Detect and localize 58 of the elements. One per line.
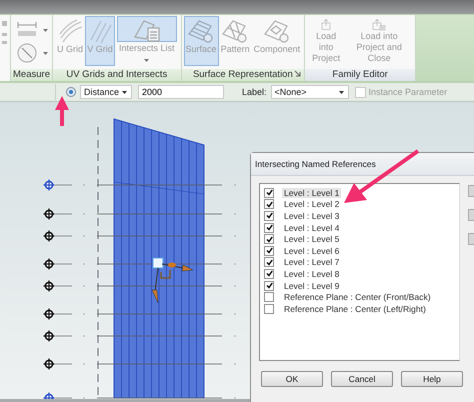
caret-icon[interactable]	[121, 90, 128, 94]
caret-icon[interactable]	[338, 90, 345, 94]
label-dropdown[interactable]: <None>	[270, 85, 349, 99]
level-line[interactable]	[42, 330, 236, 342]
dialog-button[interactable]: OK	[261, 371, 323, 387]
list-item[interactable]: Level : Level 3	[282, 210, 342, 221]
list-item[interactable]: Level : Level 5	[282, 234, 342, 244]
label-caption: Label:	[242, 87, 267, 97]
checkbox[interactable]	[264, 234, 274, 244]
dialog-launcher-icon[interactable]	[294, 70, 302, 77]
checkbox[interactable]	[264, 222, 274, 233]
checkbox[interactable]	[264, 257, 274, 268]
annotation-arrow	[55, 96, 69, 126]
checkbox[interactable]	[264, 246, 274, 256]
checkbox[interactable]	[264, 268, 274, 279]
list-item[interactable]: Level : Level 1	[282, 188, 342, 198]
radio-button[interactable]	[66, 87, 76, 97]
level-line[interactable]	[42, 230, 236, 242]
checkbox[interactable]	[264, 280, 274, 291]
list-item[interactable]: Level : Level 2	[282, 199, 342, 210]
level-line[interactable]	[42, 280, 236, 292]
list-item[interactable]: Level : Level 9	[282, 280, 342, 291]
level-line[interactable]	[42, 178, 236, 192]
dialog-button[interactable]: Cancel	[331, 371, 393, 387]
list-item[interactable]: Level : Level 6	[282, 246, 342, 256]
checkbox[interactable]	[264, 210, 274, 221]
dialog-title: Intersecting Named References	[251, 153, 474, 176]
measure-icon[interactable]	[16, 42, 38, 64]
level-line[interactable]	[42, 392, 236, 399]
level-line[interactable]	[42, 258, 236, 270]
list-item[interactable]: Level : Level 4	[282, 222, 342, 233]
level-line[interactable]	[42, 308, 236, 320]
panel-title: UV Grids and Intersects	[53, 69, 181, 81]
level-line[interactable]	[42, 208, 236, 220]
intersects-list-icon	[132, 17, 162, 43]
panel-title: Surface Representation	[192, 69, 293, 80]
surface-icon	[187, 18, 216, 44]
ribbon-empty-area	[416, 15, 474, 81]
checkbox[interactable]	[264, 292, 274, 302]
dialog-button[interactable]: Help	[401, 371, 463, 387]
list-item[interactable]: Reference Plane : Center (Front/Back)	[282, 292, 433, 302]
panel-title: Family Editor	[305, 69, 416, 81]
instance-parameter-label: Instance Parameter	[368, 87, 448, 97]
checkbox[interactable]	[264, 304, 274, 314]
pattern-icon	[221, 18, 250, 44]
checkbox[interactable]	[264, 199, 274, 210]
measure-dropdown[interactable]: Distance	[80, 85, 132, 99]
panel-title: Measure	[11, 69, 52, 81]
component-icon	[262, 18, 291, 44]
surface-panel[interactable]	[114, 118, 204, 398]
move-gizmo-drawing[interactable]	[152, 258, 194, 304]
list-item[interactable]: Level : Level 7	[282, 257, 342, 268]
distance-field[interactable]: 2000	[138, 85, 224, 99]
level-line[interactable]	[42, 358, 236, 370]
list-item[interactable]: Level : Level 8	[282, 268, 342, 279]
u-grid-icon	[57, 18, 83, 44]
checkbox[interactable]	[264, 188, 274, 198]
list-item[interactable]: Reference Plane : Center (Left/Right)	[282, 304, 428, 314]
